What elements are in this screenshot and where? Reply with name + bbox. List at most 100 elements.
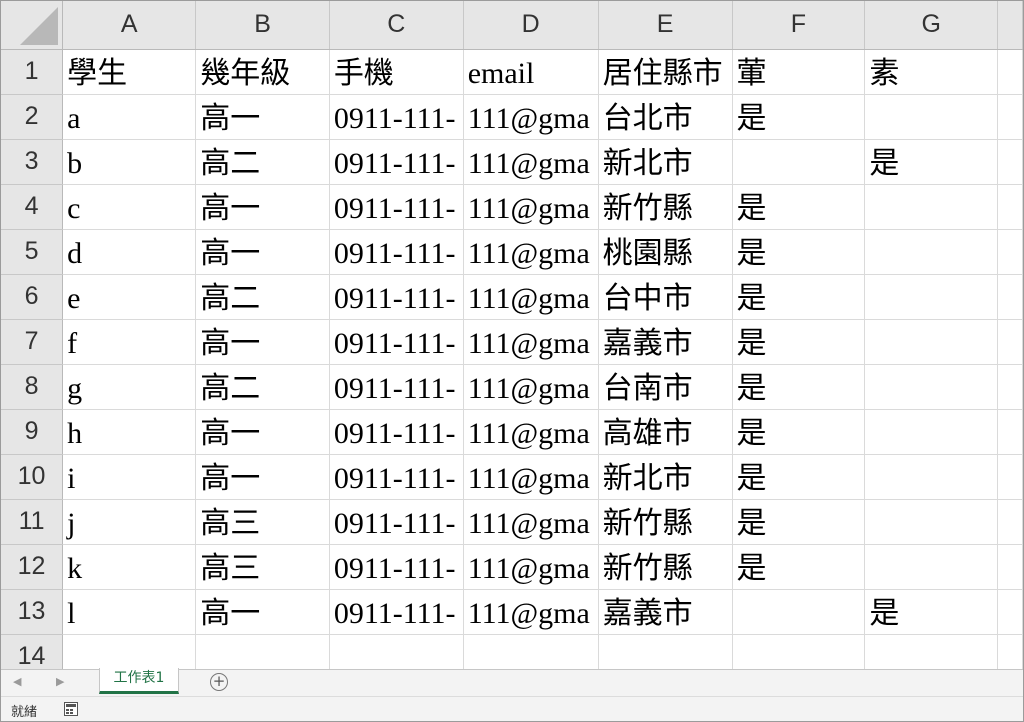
cell-g13[interactable]: 是	[864, 589, 999, 635]
cell-f4[interactable]: 是	[732, 184, 866, 230]
cell-g14[interactable]	[864, 634, 999, 669]
cell-d6[interactable]: 111@gma	[463, 274, 599, 320]
cell-overflow[interactable]	[997, 364, 1023, 410]
cell-f2[interactable]: 是	[732, 94, 866, 140]
cell-overflow[interactable]	[997, 454, 1023, 500]
cell-a1[interactable]: 學生	[62, 49, 197, 95]
row-header[interactable]: 14	[1, 634, 64, 669]
nav-next-icon[interactable]: ▶	[56, 675, 64, 688]
row-header[interactable]: 2	[1, 94, 64, 140]
cell-g9[interactable]	[864, 409, 999, 455]
cell-e12[interactable]: 新竹縣	[598, 544, 733, 590]
cell-f10[interactable]: 是	[732, 454, 866, 500]
row-header[interactable]: 4	[1, 184, 64, 230]
cell-overflow[interactable]	[997, 319, 1023, 365]
column-header-overflow[interactable]	[997, 1, 1023, 50]
cell-a5[interactable]: d	[62, 229, 197, 275]
cell-b5[interactable]: 高一	[195, 229, 330, 275]
cell-d14[interactable]	[463, 634, 599, 669]
column-header-e[interactable]: E	[598, 1, 733, 50]
column-header-g[interactable]: G	[864, 1, 999, 50]
row-header[interactable]: 13	[1, 589, 64, 635]
cell-e10[interactable]: 新北市	[598, 454, 733, 500]
cell-a3[interactable]: b	[62, 139, 197, 185]
cell-a13[interactable]: l	[62, 589, 197, 635]
cell-d8[interactable]: 111@gma	[463, 364, 599, 410]
row-header[interactable]: 11	[1, 499, 64, 545]
cell-a10[interactable]: i	[62, 454, 197, 500]
cell-e5[interactable]: 桃園縣	[598, 229, 733, 275]
cell-e13[interactable]: 嘉義市	[598, 589, 733, 635]
cell-e7[interactable]: 嘉義市	[598, 319, 733, 365]
cell-d5[interactable]: 111@gma	[463, 229, 599, 275]
row-header[interactable]: 6	[1, 274, 64, 320]
cell-d7[interactable]: 111@gma	[463, 319, 599, 365]
cell-a14[interactable]	[62, 634, 197, 669]
column-header-c[interactable]: C	[329, 1, 464, 50]
macro-record-icon[interactable]	[64, 702, 78, 716]
cell-b7[interactable]: 高一	[195, 319, 330, 365]
row-header[interactable]: 3	[1, 139, 64, 185]
cell-g1[interactable]: 素	[864, 49, 999, 95]
cell-b10[interactable]: 高一	[195, 454, 330, 500]
row-header[interactable]: 10	[1, 454, 64, 500]
cell-d9[interactable]: 111@gma	[463, 409, 599, 455]
cell-c12[interactable]: 0911-111-	[329, 544, 464, 590]
cell-g4[interactable]	[864, 184, 999, 230]
cell-c8[interactable]: 0911-111-	[329, 364, 464, 410]
cell-f11[interactable]: 是	[732, 499, 866, 545]
cell-overflow[interactable]	[997, 274, 1023, 320]
cell-b13[interactable]: 高一	[195, 589, 330, 635]
cell-c11[interactable]: 0911-111-	[329, 499, 464, 545]
cell-f3[interactable]	[732, 139, 866, 185]
cell-d12[interactable]: 111@gma	[463, 544, 599, 590]
cell-d10[interactable]: 111@gma	[463, 454, 599, 500]
cell-a4[interactable]: c	[62, 184, 197, 230]
cell-g6[interactable]	[864, 274, 999, 320]
cell-g7[interactable]	[864, 319, 999, 365]
cell-g12[interactable]	[864, 544, 999, 590]
cell-overflow[interactable]	[997, 139, 1023, 185]
cell-g10[interactable]	[864, 454, 999, 500]
cell-f1[interactable]: 葷	[732, 49, 866, 95]
cell-b11[interactable]: 高三	[195, 499, 330, 545]
cell-b9[interactable]: 高一	[195, 409, 330, 455]
cell-c4[interactable]: 0911-111-	[329, 184, 464, 230]
cell-c3[interactable]: 0911-111-	[329, 139, 464, 185]
cell-c2[interactable]: 0911-111-	[329, 94, 464, 140]
cell-d11[interactable]: 111@gma	[463, 499, 599, 545]
cell-c9[interactable]: 0911-111-	[329, 409, 464, 455]
cell-d4[interactable]: 111@gma	[463, 184, 599, 230]
nav-prev-icon[interactable]: ◀	[13, 675, 21, 688]
cell-overflow[interactable]	[997, 94, 1023, 140]
cell-overflow[interactable]	[997, 409, 1023, 455]
cell-c7[interactable]: 0911-111-	[329, 319, 464, 365]
cell-c6[interactable]: 0911-111-	[329, 274, 464, 320]
cell-f6[interactable]: 是	[732, 274, 866, 320]
cell-b1[interactable]: 幾年級	[195, 49, 330, 95]
cell-overflow[interactable]	[997, 589, 1023, 635]
cell-c10[interactable]: 0911-111-	[329, 454, 464, 500]
sheet-tab-1[interactable]: 工作表1	[99, 668, 179, 694]
cell-b4[interactable]: 高一	[195, 184, 330, 230]
cell-e2[interactable]: 台北市	[598, 94, 733, 140]
row-header[interactable]: 12	[1, 544, 64, 590]
cell-g11[interactable]	[864, 499, 999, 545]
row-header[interactable]: 8	[1, 364, 64, 410]
column-header-b[interactable]: B	[195, 1, 330, 50]
cell-f14[interactable]	[732, 634, 866, 669]
cell-e11[interactable]: 新竹縣	[598, 499, 733, 545]
cell-f9[interactable]: 是	[732, 409, 866, 455]
cell-a7[interactable]: f	[62, 319, 197, 365]
cell-overflow[interactable]	[997, 184, 1023, 230]
cell-e8[interactable]: 台南市	[598, 364, 733, 410]
cell-overflow[interactable]	[997, 499, 1023, 545]
cell-b14[interactable]	[195, 634, 330, 669]
cell-f13[interactable]	[732, 589, 866, 635]
select-all-corner[interactable]	[1, 1, 64, 50]
cell-e1[interactable]: 居住縣市	[598, 49, 733, 95]
add-sheet-icon[interactable]: +	[210, 673, 228, 691]
cell-overflow[interactable]	[997, 634, 1023, 669]
cell-a9[interactable]: h	[62, 409, 197, 455]
cell-d3[interactable]: 111@gma	[463, 139, 599, 185]
